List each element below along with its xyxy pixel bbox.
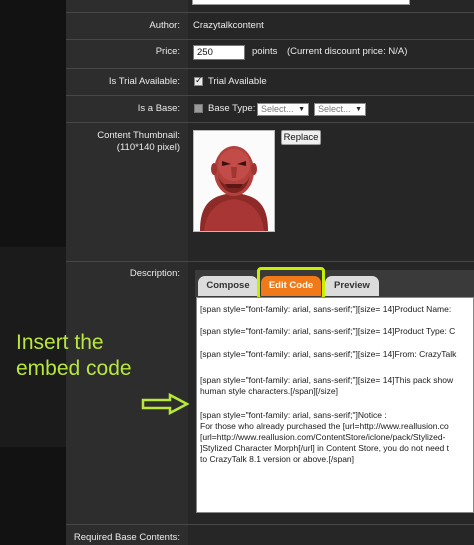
top-text-field[interactable] (192, 0, 410, 5)
left-sidebar-strip (0, 0, 66, 545)
description-label: Description: (129, 268, 180, 279)
chevron-down-icon: ▼ (355, 106, 362, 113)
code-line: [span style="font-family: arial, sans-se… (200, 410, 387, 420)
code-line: human style characters.[/span][/size] (200, 386, 338, 396)
code-line: to CrazyTalk 8.1 version or above.[/span… (200, 454, 355, 464)
character-thumbnail-image (194, 131, 274, 231)
author-value: Crazytalkcontent (193, 20, 264, 31)
discount-note: (Current discount price: N/A) (287, 46, 408, 57)
code-line: [span style="font-family: arial, sans-se… (200, 375, 454, 385)
code-line: [span style="font-family: arial, sans-se… (200, 326, 456, 336)
code-line: [span style="font-family: arial, sans-se… (200, 349, 457, 359)
price-label: Price: (155, 46, 180, 57)
code-line: [url=http://www.reallusion.com/ContentSt… (200, 432, 446, 442)
author-label: Author: (149, 20, 180, 31)
tab-preview[interactable]: Preview (325, 276, 379, 296)
base-label: Is a Base: (137, 103, 180, 114)
right-arrow-icon (141, 392, 190, 416)
content-thumbnail (193, 130, 275, 232)
base-type-select-1[interactable]: Select... ▼ (257, 103, 309, 116)
base-type-select-2[interactable]: Select... ▼ (314, 103, 366, 116)
price-unit: points (252, 46, 278, 57)
thumbnail-label: Content Thumbnail: (97, 130, 180, 141)
base-type-label: Base Type: (208, 103, 256, 114)
replace-button[interactable]: Replace (281, 130, 321, 145)
code-line: [span style="font-family: arial, sans-se… (200, 304, 452, 314)
select-1-value: Select... (261, 104, 294, 114)
price-input[interactable]: 250 (193, 45, 245, 60)
required-base-label: Required Base Contents: (73, 532, 180, 543)
edit-code-highlight-box (257, 267, 325, 300)
code-line: For those who already purchased the [url… (200, 421, 449, 431)
trial-label: Is Trial Available: (108, 76, 180, 87)
select-2-value: Select... (318, 104, 351, 114)
base-checkbox[interactable] (194, 104, 203, 113)
annotation-line-1: Insert the (16, 331, 104, 354)
thumbnail-sublabel: (110*140 pixel) (116, 142, 180, 153)
trial-checkbox[interactable] (194, 75, 203, 86)
annotation-line-2: embed code (16, 357, 132, 380)
code-line: ]Stylized Character Morph[/url] in Conte… (200, 443, 449, 453)
tab-compose[interactable]: Compose (198, 276, 258, 296)
code-editor-textarea[interactable]: [span style="font-family: arial, sans-se… (196, 297, 474, 513)
trial-checkbox-label: Trial Available (208, 76, 267, 87)
chevron-down-icon: ▼ (298, 106, 305, 113)
